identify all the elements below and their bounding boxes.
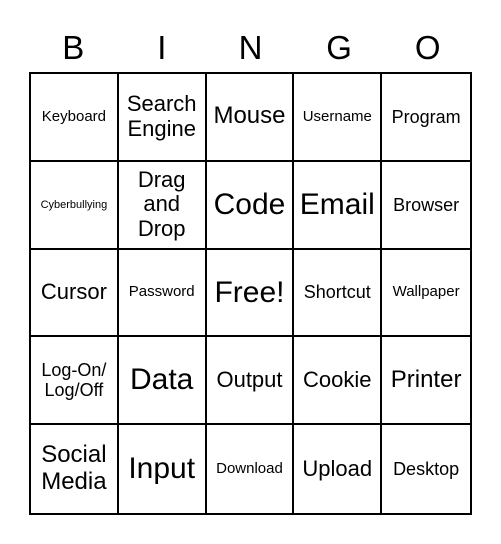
header-letter-g: G bbox=[326, 29, 352, 66]
bingo-cell[interactable]: Code bbox=[206, 161, 295, 250]
bingo-cell[interactable]: Program bbox=[382, 74, 470, 162]
bingo-cell[interactable]: Cyberbullying bbox=[31, 161, 119, 250]
bingo-cell[interactable]: Download bbox=[207, 425, 295, 513]
bingo-cell[interactable]: Shortcut bbox=[294, 249, 383, 338]
bingo-cell[interactable]: Search Engine bbox=[118, 74, 207, 162]
bingo-cell[interactable]: Printer bbox=[382, 337, 470, 426]
bingo-cell[interactable]: Input bbox=[119, 425, 207, 513]
bingo-cell[interactable]: Desktop bbox=[382, 425, 470, 513]
bingo-cell[interactable]: Mouse bbox=[206, 74, 295, 162]
bingo-header: B I N G O bbox=[29, 26, 472, 70]
header-letter-n: N bbox=[238, 29, 263, 66]
bingo-cell[interactable]: Social Media bbox=[31, 425, 119, 513]
bingo-cell[interactable]: Log-On/ Log/Off bbox=[31, 337, 119, 426]
bingo-cell[interactable]: Password bbox=[118, 249, 207, 338]
bingo-cell[interactable]: Wallpaper bbox=[382, 250, 470, 338]
free-space-cell[interactable]: Free! bbox=[206, 249, 295, 338]
header-letter-o: O bbox=[414, 29, 441, 66]
bingo-cell[interactable]: Cursor bbox=[31, 249, 119, 338]
bingo-cell[interactable]: Email bbox=[294, 161, 383, 250]
bingo-cell[interactable]: Username bbox=[294, 74, 383, 162]
header-letter-b: B bbox=[62, 29, 85, 66]
bingo-cell[interactable]: Cookie bbox=[294, 337, 383, 426]
bingo-cell[interactable]: Drag and Drop bbox=[118, 161, 207, 250]
header-letter-i: I bbox=[157, 29, 167, 66]
bingo-cell[interactable]: Browser bbox=[382, 162, 470, 250]
bingo-cell[interactable]: Output bbox=[206, 337, 295, 426]
bingo-grid: Keyboard Search Engine Mouse Username Pr… bbox=[29, 72, 472, 515]
bingo-cell[interactable]: Data bbox=[118, 337, 207, 426]
bingo-cell[interactable]: Upload bbox=[294, 425, 383, 513]
bingo-cell[interactable]: Keyboard bbox=[31, 74, 119, 162]
